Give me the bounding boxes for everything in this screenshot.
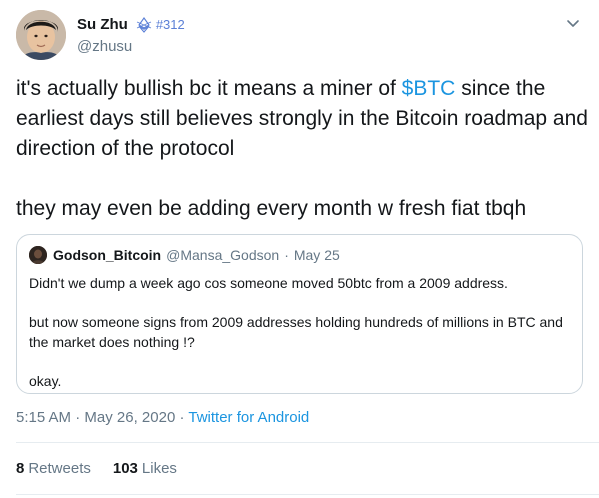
quoted-author-name: Godson_Bitcoin (53, 247, 162, 263)
tweet-source-link[interactable]: Twitter for Android (188, 409, 309, 426)
tweet-stats: 8 Retweets 103 Likes (16, 460, 199, 477)
btc-cashtag-link[interactable]: $BTC (402, 77, 456, 100)
divider (16, 442, 599, 443)
tweet-paragraph-1: it's actually bullish bc it means a mine… (16, 74, 588, 164)
author-badge-number: #312 (155, 17, 185, 32)
quoted-separator: · (284, 247, 289, 263)
author-display-name[interactable]: Su Zhu (77, 16, 128, 33)
quoted-tweet-body: Didn't we dump a week ago cos someone mo… (29, 273, 574, 391)
quoted-tweet-header: Godson_Bitcoin @Mansa_Godson · May 25 (29, 246, 340, 264)
tweet-text: it's actually bullish bc it means a mine… (16, 74, 588, 224)
author-handle[interactable]: @zhusu (77, 38, 132, 55)
quoted-tweet-card[interactable]: Godson_Bitcoin @Mansa_Godson · May 25 Di… (16, 234, 583, 394)
divider (16, 494, 599, 495)
ethereum-badge-icon (136, 16, 151, 33)
author-name-row: Su Zhu #312 (77, 16, 185, 33)
retweets-count: 8 (16, 460, 25, 477)
quoted-paragraph: but now someone signs from 2009 addresse… (29, 314, 563, 350)
quoted-author-avatar (29, 246, 47, 264)
meta-separator: · (75, 409, 81, 426)
tweet-text-before: it's actually bullish bc it means a mine… (16, 77, 402, 100)
quoted-paragraph: okay. (29, 373, 62, 389)
author-badge: #312 (136, 16, 185, 33)
likes-label: Likes (141, 460, 177, 477)
retweets-label: Retweets (28, 460, 91, 477)
author-avatar[interactable] (16, 10, 66, 60)
quoted-paragraph: Didn't we dump a week ago cos someone mo… (29, 275, 508, 291)
retweets-stat[interactable]: 8 Retweets (16, 460, 91, 477)
meta-separator: · (179, 409, 185, 426)
quoted-author-handle: @Mansa_Godson (166, 247, 280, 263)
tweet-time[interactable]: 5:15 AM (16, 409, 71, 426)
quoted-date: May 25 (293, 247, 340, 263)
likes-stat[interactable]: 103 Likes (113, 460, 177, 477)
tweet-paragraph-2: they may even be adding every month w fr… (16, 197, 527, 220)
tweet-meta: 5:15 AM · May 26, 2020 · Twitter for And… (16, 409, 309, 426)
chevron-down-icon[interactable] (565, 15, 581, 31)
tweet-date[interactable]: May 26, 2020 (84, 409, 175, 426)
likes-count: 103 (112, 460, 138, 477)
